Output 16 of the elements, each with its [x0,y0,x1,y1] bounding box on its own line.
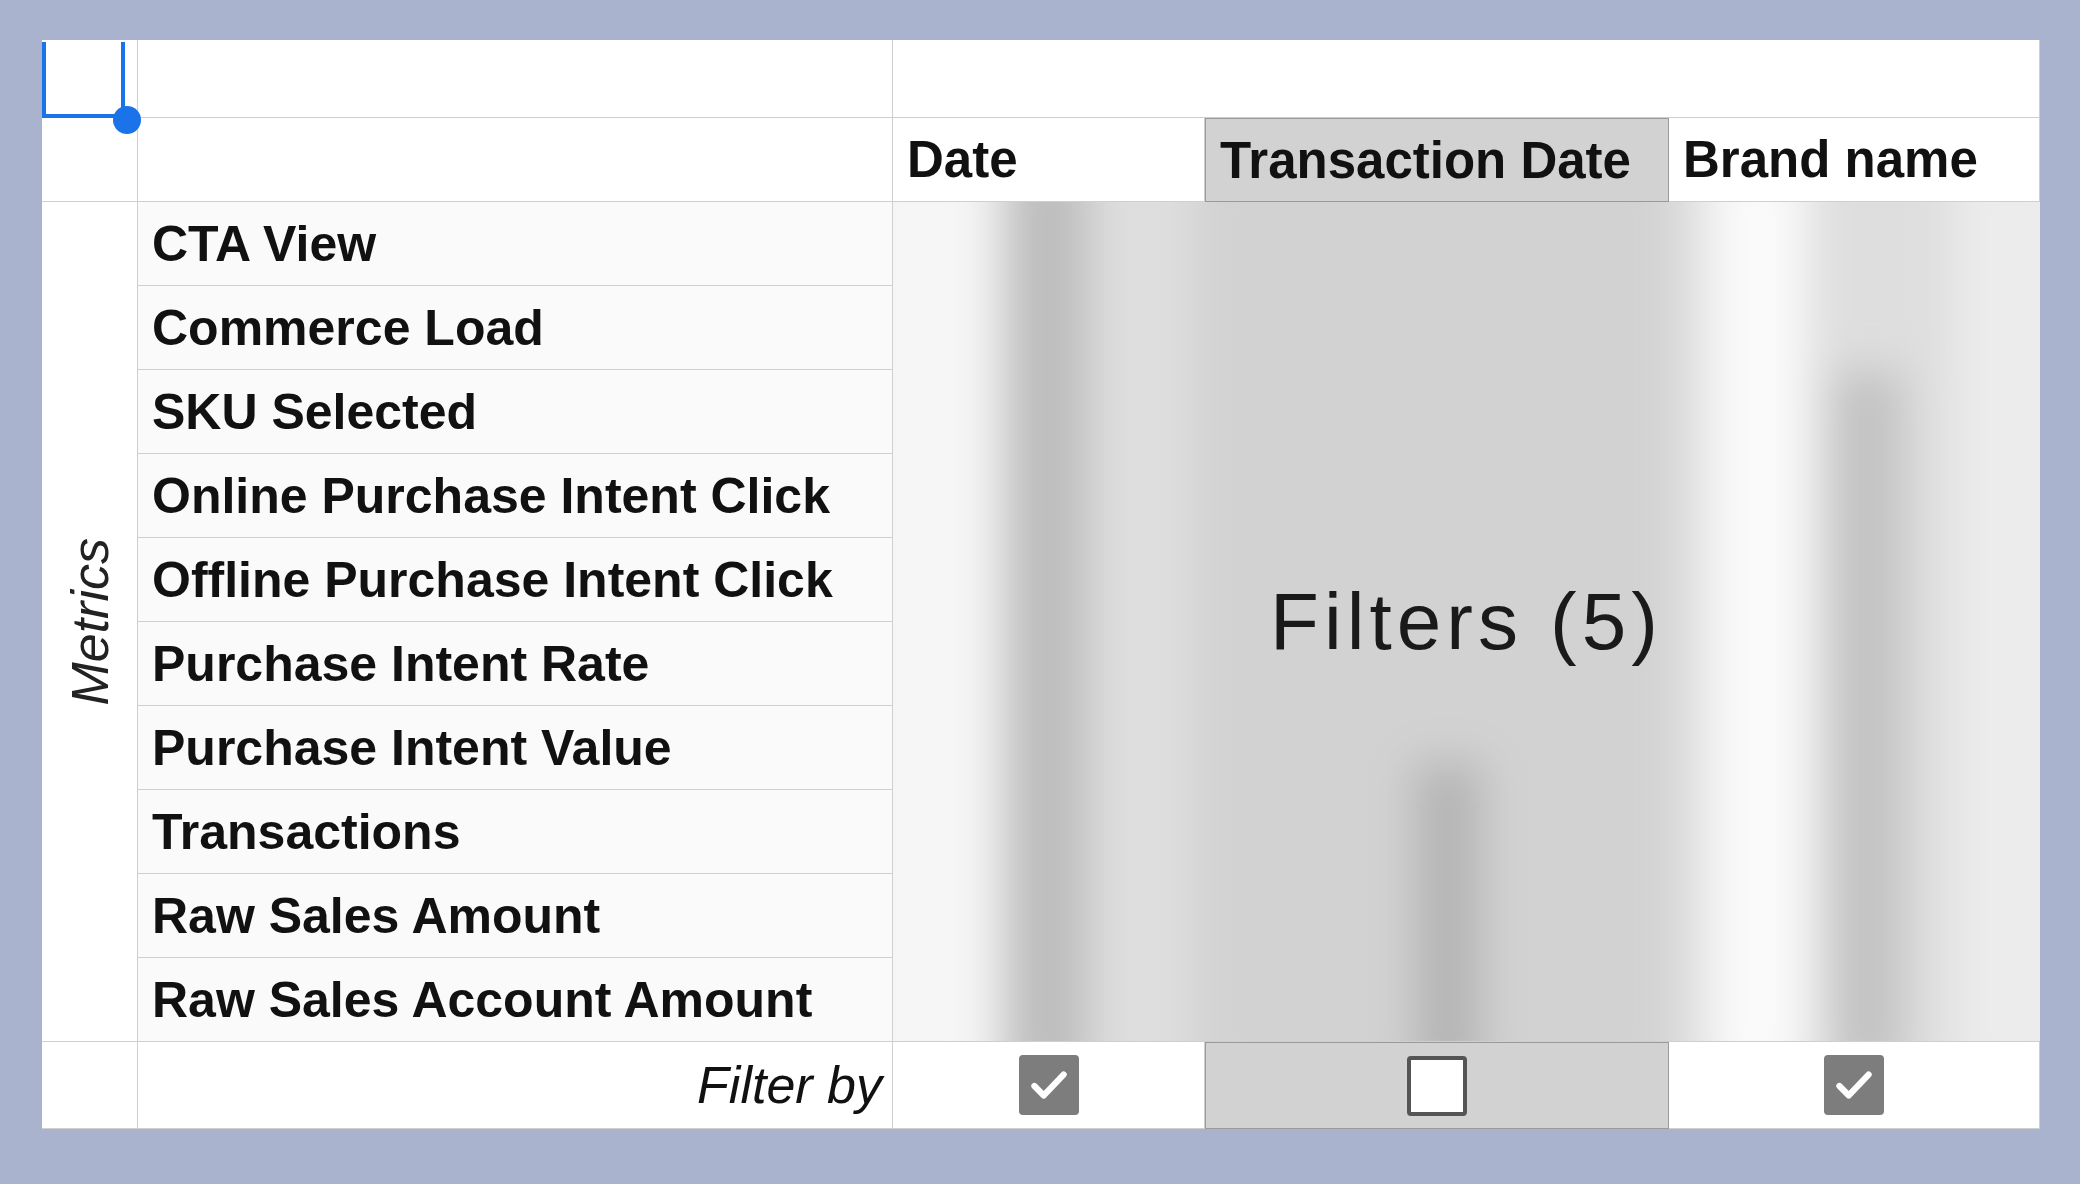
row-header: Raw Sales Account Amount [138,958,893,1042]
row-group-label: Metrics [59,537,120,706]
row-header: Purchase Intent Rate [138,622,893,706]
row-header: Commerce Load [138,286,893,370]
column-header[interactable]: Transaction Date [1205,118,1669,202]
row-header: Purchase Intent Value [138,706,893,790]
filters-count-label: Filters (5) [1270,575,1663,668]
checkbox[interactable] [1018,1055,1079,1115]
row-header: Offline Purchase Intent Click [138,538,893,622]
row-header: CTA View [138,202,893,286]
row-header: Online Purchase Intent Click [138,454,893,538]
row-header: SKU Selected [138,370,893,454]
checkbox[interactable] [1407,1055,1467,1116]
checkbox[interactable] [1824,1055,1884,1115]
row-header: Transactions [138,790,893,874]
row-header: Raw Sales Amount [138,874,893,958]
